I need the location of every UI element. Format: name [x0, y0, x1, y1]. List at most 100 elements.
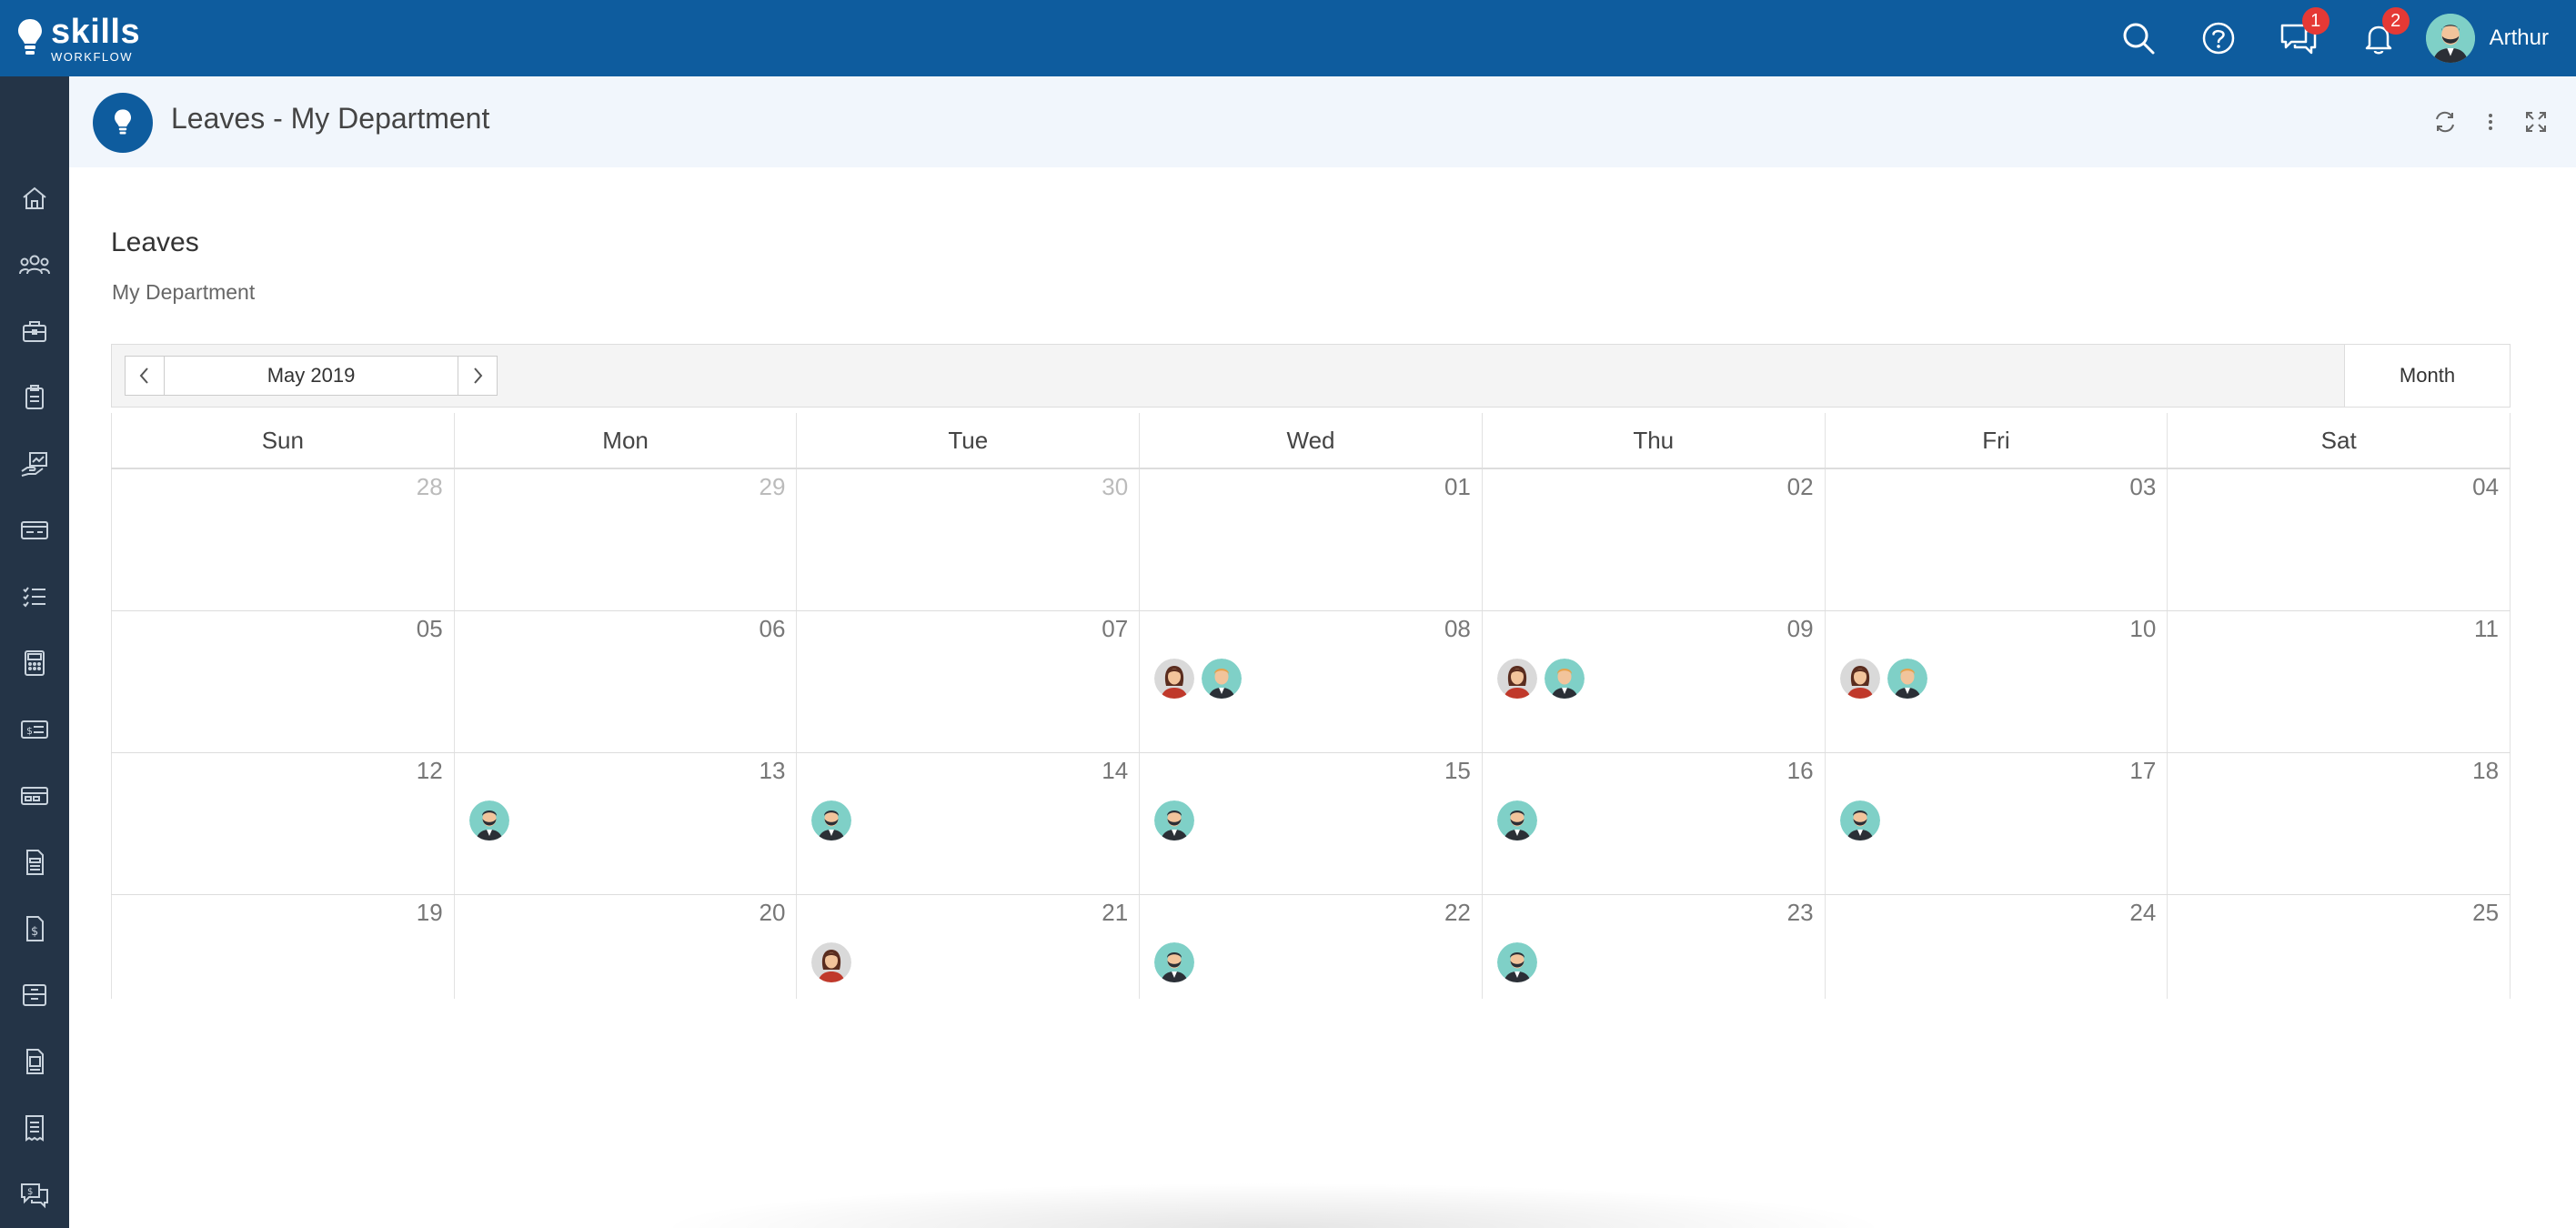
day-cell[interactable]: 23 — [1481, 895, 1825, 999]
employee-avatar[interactable] — [468, 800, 509, 840]
employee-avatar[interactable] — [1496, 942, 1537, 982]
sidebar-item-expenses[interactable]: $ — [0, 901, 69, 956]
day-cell[interactable]: 15 — [1139, 753, 1482, 894]
sidebar-item-quotes[interactable]: $ — [0, 1167, 69, 1222]
employee-avatar[interactable] — [1154, 659, 1195, 699]
home-icon — [23, 186, 46, 209]
employee-avatar[interactable] — [1202, 659, 1243, 699]
day-cell[interactable]: 16 — [1481, 753, 1825, 894]
day-cell[interactable]: 24 — [1824, 895, 2168, 999]
user-name: Arthur — [2489, 25, 2549, 50]
fullscreen-button[interactable] — [2521, 100, 2551, 144]
day-cell[interactable]: 19 — [111, 895, 454, 999]
day-number: 22 — [1444, 899, 1471, 926]
prev-month-button[interactable] — [126, 357, 164, 395]
leave-avatars — [1154, 942, 1195, 982]
sidebar-item-calculator[interactable] — [0, 636, 69, 690]
employee-avatar[interactable] — [811, 942, 852, 982]
lightbulb-icon — [114, 109, 132, 135]
day-cell[interactable]: 10 — [1824, 611, 2168, 752]
employee-avatar[interactable] — [1544, 659, 1585, 699]
employee-avatar[interactable] — [811, 800, 852, 840]
notification-badge: 2 — [2381, 7, 2410, 35]
day-cell[interactable]: 01 — [1139, 469, 1482, 610]
month-view-button[interactable]: Month — [2344, 345, 2510, 407]
leave-avatars — [811, 800, 852, 840]
day-cell[interactable]: 02 — [1481, 469, 1825, 610]
sidebar-item-documents[interactable] — [0, 1034, 69, 1089]
week-row: 28 29 30 01 02 03 04 — [111, 469, 2511, 611]
weekday-header: Sun Mon Tue Wed Thu Fri Sat — [111, 413, 2511, 469]
day-cell[interactable]: 14 — [796, 753, 1139, 894]
payment-icon — [21, 787, 48, 805]
sidebar-item-cards[interactable] — [0, 503, 69, 558]
sidebar-item-tasks[interactable] — [0, 370, 69, 425]
day-cell[interactable]: 08 — [1139, 611, 1482, 752]
notifications-button[interactable]: 2 — [2339, 0, 2419, 76]
sidebar-item-billing[interactable]: $ — [0, 702, 69, 757]
day-cell[interactable]: 09 — [1481, 611, 1825, 752]
sidebar-item-home[interactable] — [0, 171, 69, 226]
day-cell[interactable]: 11 — [2167, 611, 2511, 752]
day-cell[interactable]: 04 — [2167, 469, 2511, 610]
employee-avatar[interactable] — [1496, 659, 1537, 699]
day-cell[interactable]: 20 — [453, 895, 797, 999]
day-cell[interactable]: 30 — [796, 469, 1139, 610]
day-cell[interactable]: 06 — [453, 611, 797, 752]
day-cell[interactable]: 29 — [453, 469, 797, 610]
sidebar-item-sales[interactable] — [0, 437, 69, 491]
leave-avatars — [1839, 800, 1880, 840]
day-cell[interactable]: 05 — [111, 611, 454, 752]
checklist-icon — [23, 587, 45, 608]
user-menu[interactable]: Arthur — [2425, 14, 2549, 63]
sidebar: $ $ $ — [0, 76, 69, 1228]
next-month-button[interactable] — [458, 357, 497, 395]
day-number: 19 — [416, 899, 443, 926]
day-cell[interactable]: 28 — [111, 469, 454, 610]
employee-avatar[interactable] — [1839, 659, 1880, 699]
employee-avatar[interactable] — [1496, 800, 1537, 840]
app-logo[interactable]: skills WORKFLOW — [16, 11, 140, 65]
leave-avatars — [1839, 659, 1927, 699]
more-button[interactable] — [2476, 100, 2505, 144]
brand-subtitle: WORKFLOW — [51, 49, 133, 64]
day-cell[interactable]: 12 — [111, 753, 454, 894]
brand-name: skills — [51, 12, 141, 51]
day-number: 10 — [2129, 615, 2157, 642]
sidebar-item-people[interactable] — [0, 237, 69, 292]
day-cell[interactable]: 22 — [1139, 895, 1482, 999]
sidebar-item-archive[interactable] — [0, 968, 69, 1022]
day-number: 30 — [1102, 473, 1129, 500]
employee-avatar[interactable] — [1839, 800, 1880, 840]
sidebar-item-checklist[interactable] — [0, 569, 69, 624]
month-label[interactable]: May 2019 — [164, 357, 458, 395]
day-number: 25 — [2472, 899, 2500, 926]
employee-avatar[interactable] — [1887, 659, 1927, 699]
chat-badge: 1 — [2301, 7, 2329, 35]
help-button[interactable] — [2179, 0, 2259, 76]
svg-text:$: $ — [26, 725, 33, 737]
day-cell[interactable]: 07 — [796, 611, 1139, 752]
day-cell[interactable]: 17 — [1824, 753, 2168, 894]
day-number: 28 — [416, 473, 443, 500]
sidebar-item-invoices[interactable] — [0, 835, 69, 890]
sidebar-item-projects[interactable] — [0, 304, 69, 358]
employee-avatar[interactable] — [1154, 800, 1195, 840]
day-cell[interactable]: 25 — [2167, 895, 2511, 999]
day-cell[interactable]: 18 — [2167, 753, 2511, 894]
day-cell[interactable]: 13 — [453, 753, 797, 894]
refresh-button[interactable] — [2430, 100, 2460, 144]
day-number: 06 — [759, 615, 786, 642]
search-button[interactable] — [2098, 0, 2179, 76]
day-cell[interactable]: 21 — [796, 895, 1139, 999]
lightbulb-icon — [18, 19, 42, 55]
sidebar-item-receipts[interactable] — [0, 1101, 69, 1155]
search-icon — [2123, 23, 2155, 55]
clipboard-icon — [25, 385, 44, 409]
invoice-icon — [26, 850, 44, 875]
day-cell[interactable]: 03 — [1824, 469, 2168, 610]
weekday-label: Mon — [453, 413, 797, 468]
employee-avatar[interactable] — [1154, 942, 1195, 982]
sidebar-item-payments[interactable] — [0, 769, 69, 823]
chat-button[interactable]: 1 — [2259, 0, 2339, 76]
